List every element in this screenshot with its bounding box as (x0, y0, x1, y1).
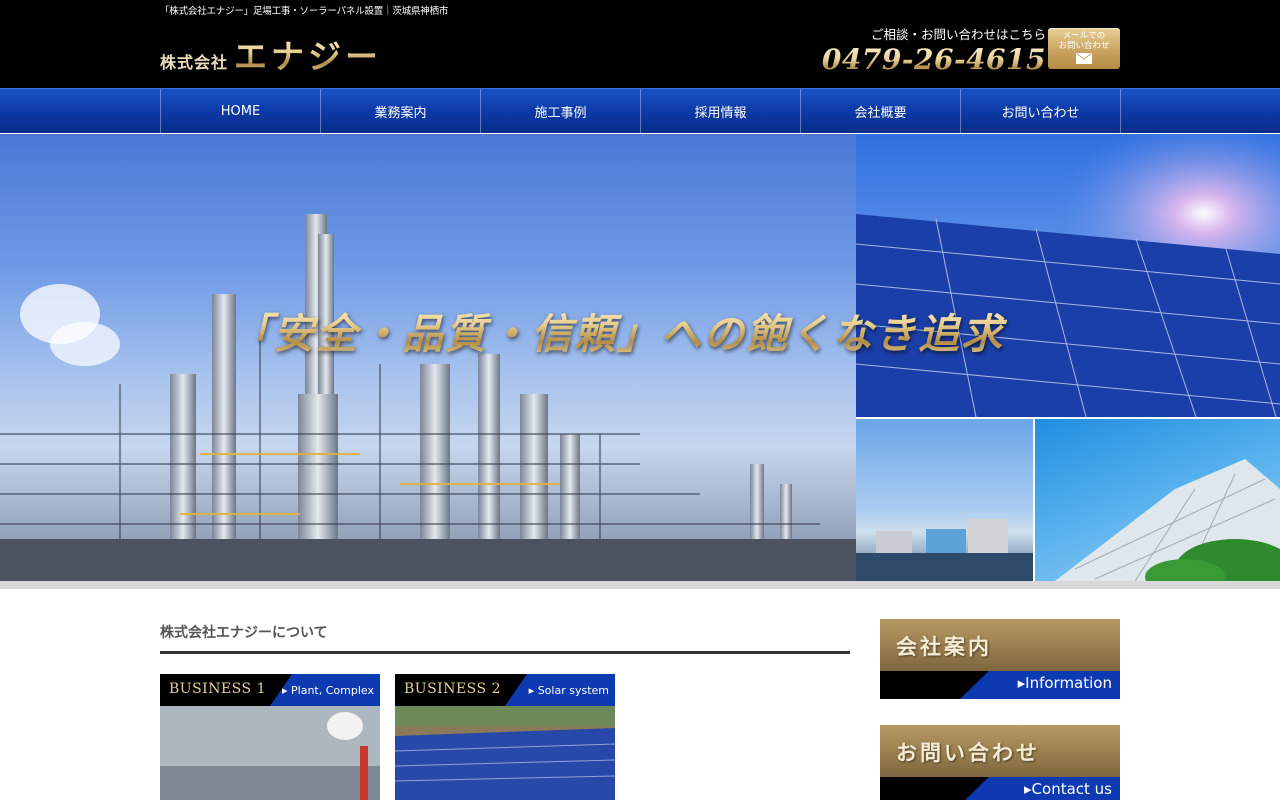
section-title: 株式会社エナジーについて (160, 625, 328, 641)
nav-item-company[interactable]: 会社概要 (801, 89, 961, 133)
nav-item-services[interactable]: 業務案内 (321, 89, 481, 133)
plant-thumbnail (160, 706, 380, 800)
site-tagline: 「株式会社エナジー」足場工事・ソーラーパネル設置｜茨城県神栖市 (160, 6, 449, 17)
nav-item-recruit[interactable]: 採用情報 (641, 89, 801, 133)
business-card-plant[interactable]: BUSINESS 1 ▸ Plant, Complex (160, 674, 380, 800)
port-illustration (856, 519, 1033, 581)
mail-icon (1076, 53, 1092, 64)
contact-label: ご相談・お問い合わせはこちら (870, 27, 1046, 42)
hero-solar-image (856, 134, 1280, 417)
hero-banner: 「安全・品質・信頼」への飽くなき追求 (0, 134, 1280, 581)
business-card-solar[interactable]: BUSINESS 2 ▸ Solar system (395, 674, 615, 800)
solar-thumbnail (395, 706, 615, 800)
section-divider (160, 651, 850, 654)
logo-name: エナジー (234, 30, 382, 78)
sidebar-button-subtitle: ▸Information (1017, 674, 1112, 692)
sidebar-button-subtitle-text: Contact us (1031, 780, 1112, 798)
nav-list: HOME 業務案内 施工事例 採用情報 会社概要 お問い合わせ (160, 89, 1121, 133)
sidebar-contact-button[interactable]: お問い合わせ ▸Contact us (880, 725, 1120, 800)
contact-block: ご相談・お問い合わせはこちら 0479-26-4615 (822, 24, 1046, 76)
nav-item-contact[interactable]: お問い合わせ (961, 89, 1121, 133)
site-header: 「株式会社エナジー」足場工事・ソーラーパネル設置｜茨城県神栖市 株式会社 エナジ… (0, 0, 1280, 88)
card-tag-text: Solar system (537, 684, 609, 697)
nav-item-home[interactable]: HOME (161, 89, 321, 133)
solar-illustration (856, 134, 1280, 417)
card-tag-text: Plant, Complex (291, 684, 374, 697)
nav-item-works[interactable]: 施工事例 (481, 89, 641, 133)
phone-number: 0479-26-4615 (821, 43, 1046, 76)
hero-port-image (856, 419, 1033, 581)
card-tag: ▸ Solar system (528, 684, 609, 697)
hero-headline: 「安全・品質・信頼」への飽くなき追求 (230, 300, 1070, 360)
sidebar-button-title: 会社案内 (896, 634, 992, 659)
card-label: BUSINESS 2 (404, 681, 501, 697)
site-logo[interactable]: 株式会社 エナジー (160, 30, 382, 78)
sidebar-button-subtitle: ▸Contact us (1024, 780, 1112, 798)
logo-prefix: 株式会社 (160, 53, 229, 72)
card-label: BUSINESS 1 (169, 681, 266, 697)
hero-building-image (1035, 419, 1280, 581)
building-illustration (1055, 459, 1280, 581)
mail-contact-button[interactable]: メールでの お問い合わせ (1048, 28, 1120, 69)
sidebar-button-subtitle-text: Information (1025, 674, 1112, 692)
mail-button-label: メールでの お問い合わせ (1058, 31, 1110, 51)
phone-row[interactable]: 0479-26-4615 (822, 43, 1046, 76)
hero-bottom-strip (0, 581, 1280, 589)
card-tag: ▸ Plant, Complex (282, 684, 374, 697)
sidebar-company-info-button[interactable]: 会社案内 ▸Information (880, 619, 1120, 699)
global-nav: HOME 業務案内 施工事例 採用情報 会社概要 お問い合わせ (0, 88, 1280, 133)
sidebar-button-title: お問い合わせ (896, 740, 1040, 765)
